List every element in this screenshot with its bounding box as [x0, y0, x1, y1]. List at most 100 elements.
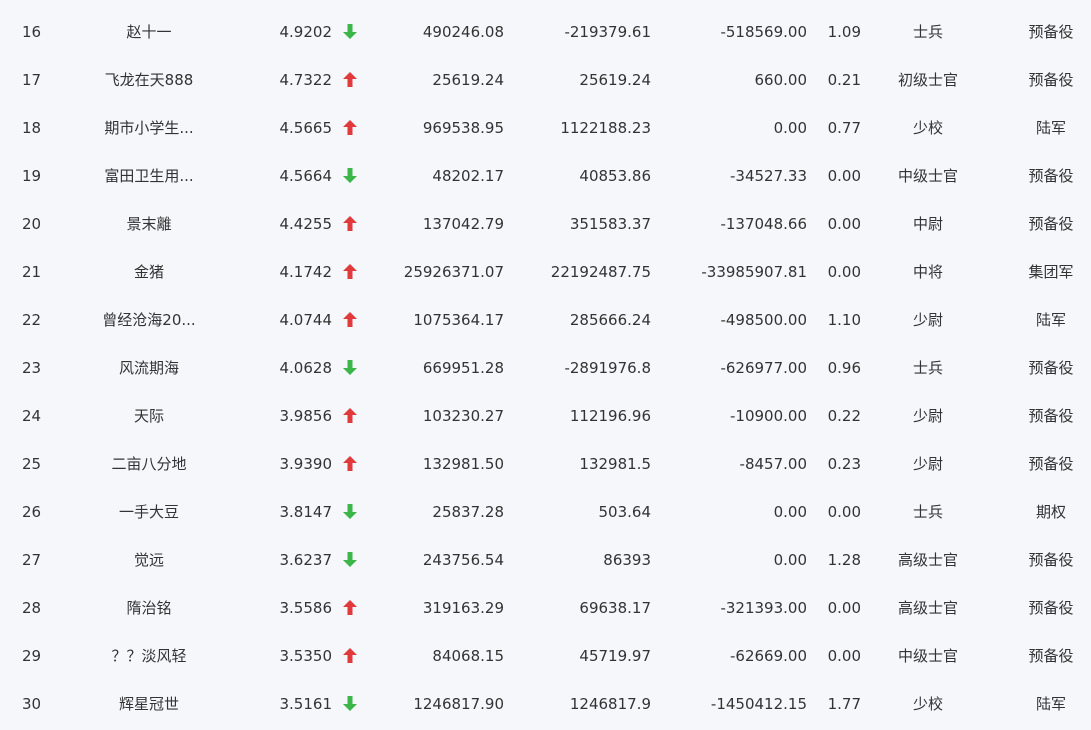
value-1-cell: 25926371.07: [403, 263, 504, 281]
unit-cell: 预备役: [1028, 647, 1074, 665]
rank-cell: 30: [22, 695, 42, 713]
unit-cell: 预备役: [1028, 71, 1074, 89]
value-2-cell: 1122188.23: [560, 119, 651, 137]
military-rank-cell: 中尉: [912, 215, 943, 233]
trend-cell: [340, 632, 360, 680]
unit-cell: 预备役: [1028, 23, 1074, 41]
trend-cell: [340, 104, 360, 152]
trader-name[interactable]: 赵十一: [70, 8, 228, 56]
value-3-cell: -321393.00: [720, 599, 807, 617]
value-2-cell: 132981.5: [579, 455, 651, 473]
table-row[interactable]: 16 赵十一 4.9202 490246.08 -219379.61 -518569.00…: [0, 8, 1091, 56]
score-cell: 3.5586: [279, 599, 333, 617]
unit-cell: 预备役: [1028, 599, 1074, 617]
military-rank-cell: 少校: [912, 695, 943, 713]
table-row[interactable]: 21 金猪 4.1742 25926371.07 22192487.75 -3398590…: [0, 248, 1091, 296]
unit-cell: 陆军: [1035, 695, 1066, 713]
trader-name[interactable]: 辉星冠世: [70, 680, 228, 728]
trend-cell: [340, 488, 360, 536]
trader-name[interactable]: 风流期海: [70, 344, 228, 392]
trader-name[interactable]: 二亩八分地: [70, 440, 228, 488]
arrow-down-icon: [343, 695, 357, 711]
unit-cell: 预备役: [1028, 407, 1074, 425]
rank-cell: 25: [22, 455, 42, 473]
trend-cell: [340, 200, 360, 248]
score-cell: 3.6237: [279, 551, 333, 569]
table-row[interactable]: 27 觉远 3.6237 243756.54 86393 0.00 1.28 高级士官 预备役: [0, 536, 1091, 584]
trader-name[interactable]: 一手大豆: [70, 488, 228, 536]
rank-cell: 20: [22, 215, 42, 233]
military-rank-cell: 士兵: [912, 23, 943, 41]
unit-cell: 陆军: [1035, 119, 1066, 137]
score-cell: 4.7322: [279, 71, 333, 89]
table-row[interactable]: 28 隋治铭 3.5586 319163.29 69638.17 -321393.00 0.…: [0, 584, 1091, 632]
value-1-cell: 1246817.90: [413, 695, 504, 713]
table-row[interactable]: 18 期市小学生... 4.5665 969538.95 1122188.23 0.00 0…: [0, 104, 1091, 152]
trend-cell: [340, 680, 360, 728]
value-2-cell: 25619.24: [579, 71, 651, 89]
military-rank-cell: 少校: [912, 119, 943, 137]
value-3-cell: -626977.00: [720, 359, 807, 377]
score-cell: 4.1742: [279, 263, 333, 281]
value-2-cell: -2891976.8: [564, 359, 651, 377]
trader-name[interactable]: 景末離: [70, 200, 228, 248]
table-row[interactable]: 19 富田卫生用... 4.5664 48202.17 40853.86 -34527.3…: [0, 152, 1091, 200]
score-cell: 3.5350: [279, 647, 333, 665]
arrow-down-icon: [343, 503, 357, 519]
table-row[interactable]: 23 风流期海 4.0628 669951.28 -2891976.8 -626977.0…: [0, 344, 1091, 392]
ratio-cell: 0.23: [827, 455, 861, 473]
value-2-cell: 351583.37: [569, 215, 651, 233]
value-1-cell: 1075364.17: [413, 311, 504, 329]
trend-cell: [340, 248, 360, 296]
military-rank-cell: 少尉: [912, 455, 943, 473]
trend-cell: [340, 152, 360, 200]
trader-name[interactable]: 天际: [70, 392, 228, 440]
ratio-cell: 0.00: [827, 167, 861, 185]
unit-cell: 预备役: [1028, 551, 1074, 569]
trader-name[interactable]: 觉远: [70, 536, 228, 584]
table-row[interactable]: 24 天际 3.9856 103230.27 112196.96 -10900.00 0.2…: [0, 392, 1091, 440]
military-rank-cell: 高级士官: [897, 599, 958, 617]
trader-name[interactable]: 隋治铭: [70, 584, 228, 632]
score-cell: 4.5664: [279, 167, 333, 185]
score-cell: 3.9390: [279, 455, 333, 473]
value-3-cell: -518569.00: [720, 23, 807, 41]
trader-name[interactable]: 金猪: [70, 248, 228, 296]
rank-cell: 18: [22, 119, 42, 137]
table-row[interactable]: 29 ？？淡风轻 3.5350 84068.15 45719.97 -62669.00 0.…: [0, 632, 1091, 680]
ratio-cell: 1.09: [827, 23, 861, 41]
trader-name[interactable]: 期市小学生...: [70, 104, 228, 152]
military-rank-cell: 高级士官: [897, 551, 958, 569]
table-row[interactable]: 20 景末離 4.4255 137042.79 351583.37 -137048.66 0…: [0, 200, 1091, 248]
ratio-cell: 0.00: [827, 215, 861, 233]
ratio-cell: 0.00: [827, 263, 861, 281]
value-1-cell: 103230.27: [422, 407, 504, 425]
trader-name[interactable]: 富田卫生用...: [70, 152, 228, 200]
arrow-up-icon: [343, 599, 357, 615]
score-cell: 3.9856: [279, 407, 333, 425]
table-row[interactable]: 22 曾经沧海20... 4.0744 1075364.17 285666.24 -498…: [0, 296, 1091, 344]
value-2-cell: -219379.61: [564, 23, 651, 41]
rank-cell: 16: [22, 23, 42, 41]
ratio-cell: 0.00: [827, 599, 861, 617]
value-3-cell: 660.00: [754, 71, 808, 89]
table-row[interactable]: 17 飞龙在天888 4.7322 25619.24 25619.24 660.00 0.2…: [0, 56, 1091, 104]
trader-name[interactable]: ？？淡风轻: [70, 632, 228, 680]
trader-name[interactable]: 飞龙在天888: [70, 56, 228, 104]
value-1-cell: 319163.29: [422, 599, 504, 617]
score-cell: 4.0744: [279, 311, 333, 329]
rank-cell: 23: [22, 359, 42, 377]
trader-name[interactable]: 曾经沧海20...: [70, 296, 228, 344]
value-3-cell: -1450412.15: [710, 695, 807, 713]
ratio-cell: 0.96: [827, 359, 861, 377]
table-row[interactable]: 26 一手大豆 3.8147 25837.28 503.64 0.00 0.00 士兵 期权: [0, 488, 1091, 536]
score-cell: 4.4255: [279, 215, 333, 233]
score-cell: 3.5161: [279, 695, 333, 713]
table-row[interactable]: 30 辉星冠世 3.5161 1246817.90 1246817.9 -1450412.…: [0, 680, 1091, 728]
value-3-cell: 0.00: [773, 503, 807, 521]
unit-cell: 集团军: [1028, 263, 1074, 281]
military-rank-cell: 中将: [912, 263, 943, 281]
value-3-cell: -137048.66: [720, 215, 807, 233]
arrow-up-icon: [343, 407, 357, 423]
table-row[interactable]: 25 二亩八分地 3.9390 132981.50 132981.5 -8457.00 0.…: [0, 440, 1091, 488]
